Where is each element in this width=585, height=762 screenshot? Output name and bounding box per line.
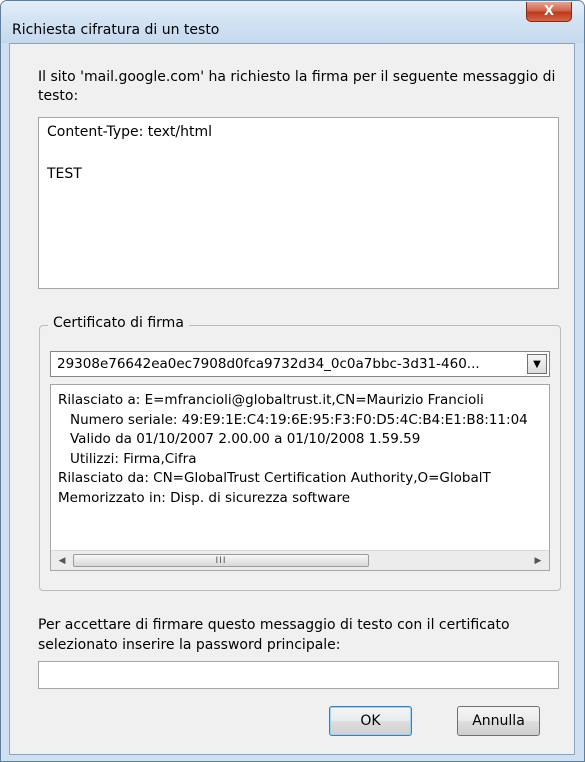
scroll-right-icon[interactable]: ▶ <box>529 551 547 570</box>
certificate-group-label: Certificato di firma <box>48 315 189 331</box>
dialog-window: Richiesta cifratura di un testo X Il sit… <box>0 0 585 762</box>
title-bar[interactable]: Richiesta cifratura di un testo X <box>1 1 584 43</box>
window-title: Richiesta cifratura di un testo <box>12 22 220 38</box>
grip-icon: III <box>215 555 227 566</box>
detail-stored-in: Memorizzato in: Disp. di sicurezza softw… <box>58 489 351 506</box>
certificate-details-box[interactable]: Rilasciato a: E=mfrancioli@globaltrust.i… <box>50 384 550 571</box>
dialog-body: Il sito 'mail.google.com' ha richiesto l… <box>9 43 575 755</box>
detail-serial: Numero seriale: 49:E9:1E:C4:19:6E:95:F3:… <box>70 411 528 428</box>
scroll-left-icon[interactable]: ◀ <box>53 551 71 570</box>
message-text-area[interactable]: Content-Type: text/html TEST <box>38 117 559 289</box>
horizontal-scrollbar[interactable]: ◀ III ▶ <box>51 550 549 570</box>
certificate-selected-value: 29308e76642ea0ec7908d0fca9732d34_0c0a7bb… <box>57 356 480 372</box>
detail-usage: Utilizzi: Firma,Cifra <box>70 450 197 467</box>
close-icon: X <box>543 4 555 19</box>
password-field[interactable] <box>38 661 559 689</box>
detail-issued-to: Rilasciato a: E=mfrancioli@globaltrust.i… <box>58 392 484 408</box>
dropdown-arrow-button[interactable]: ▼ <box>527 354 547 374</box>
cancel-button[interactable]: Annulla <box>457 706 540 736</box>
certificate-select[interactable]: 29308e76642ea0ec7908d0fca9732d34_0c0a7bb… <box>50 351 550 377</box>
close-button[interactable]: X <box>526 2 572 22</box>
intro-label: Il sito 'mail.google.com' ha richiesto l… <box>38 69 556 104</box>
detail-issued-by: Rilasciato da: CN=GlobalTrust Certificat… <box>58 470 491 486</box>
chevron-down-icon: ▼ <box>533 358 541 370</box>
detail-validity: Valido da 01/10/2007 2.00.00 a 01/10/200… <box>70 431 421 447</box>
certificate-group: Certificato di firma 29308e76642ea0ec790… <box>39 315 561 591</box>
ok-button[interactable]: OK <box>329 706 412 736</box>
certificate-details-lines: Rilasciato a: E=mfrancioli@globaltrust.i… <box>58 391 528 508</box>
scrollbar-thumb[interactable]: III <box>73 554 369 567</box>
confirm-label: Per accettare di firmare questo messaggi… <box>38 617 510 653</box>
